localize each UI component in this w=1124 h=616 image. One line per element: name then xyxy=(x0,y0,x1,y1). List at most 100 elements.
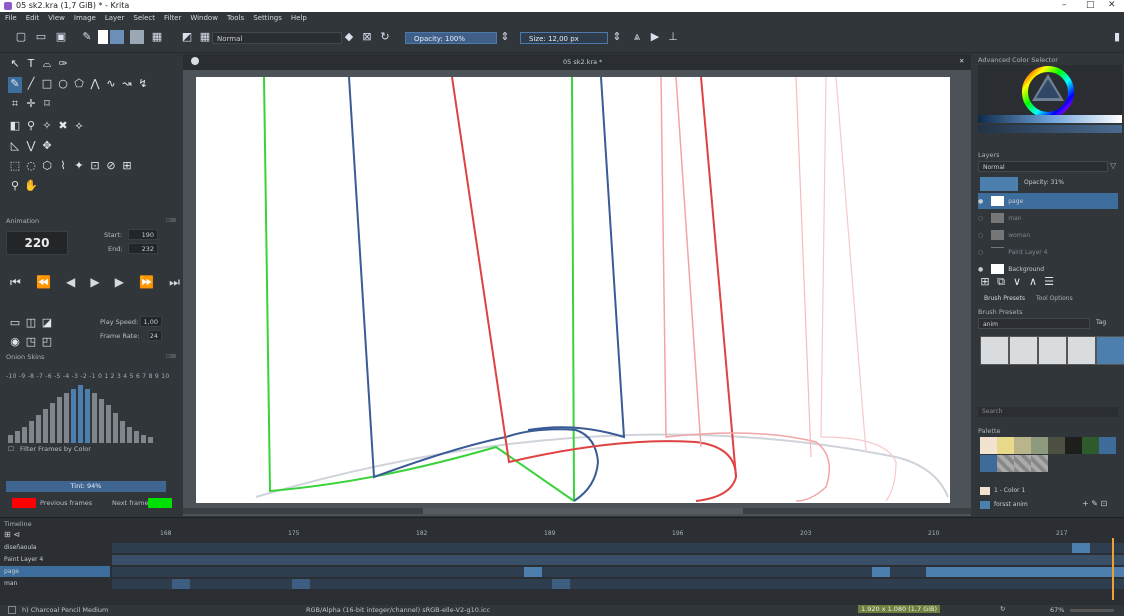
visibility-icon[interactable]: ● xyxy=(978,198,983,205)
background-color-swatch[interactable] xyxy=(110,30,124,44)
onion-bar[interactable] xyxy=(92,393,97,443)
palette-empty-slot[interactable] xyxy=(997,455,1014,472)
end-frame-field[interactable]: 232 xyxy=(128,243,158,254)
smart-patch-icon[interactable]: ✧ xyxy=(40,119,54,135)
tag-button[interactable]: Tag xyxy=(1096,319,1106,326)
reload-preset-icon[interactable]: ↻ xyxy=(378,30,392,44)
rotation-icon[interactable]: ↻ xyxy=(1000,605,1005,613)
current-frame-field[interactable]: 220 xyxy=(6,231,68,255)
foreground-color-swatch[interactable] xyxy=(98,30,108,44)
timeline-track[interactable] xyxy=(112,543,1124,553)
onion-docker-float-icon[interactable]: ⊡⊠ xyxy=(166,353,176,360)
brush-presets-tab[interactable]: Brush Presets xyxy=(984,295,1025,302)
minimize-icon[interactable]: – xyxy=(1062,0,1067,10)
timeline-layer-name[interactable]: man xyxy=(0,578,110,589)
hand-tool-icon[interactable]: ✋ xyxy=(24,179,38,195)
loop-icon[interactable]: ◉ xyxy=(8,335,22,351)
play-icon[interactable]: ▶ xyxy=(90,275,99,290)
onion-bar[interactable] xyxy=(106,405,111,443)
drop-frames-icon[interactable]: ◰ xyxy=(40,335,54,351)
onion-bar[interactable] xyxy=(22,427,27,443)
keyframe[interactable] xyxy=(172,579,190,589)
line-tool-icon[interactable]: ╱ xyxy=(24,77,38,93)
menu-view[interactable]: View xyxy=(48,14,65,22)
ellipse-tool-icon[interactable]: ○ xyxy=(56,77,70,93)
palette-empty-slot[interactable] xyxy=(1014,455,1031,472)
crop-tool-icon[interactable]: ⌗ xyxy=(8,97,22,113)
layer-row[interactable]: ○ woman xyxy=(978,227,1118,243)
brush-editor-icon[interactable]: ✎ xyxy=(80,30,94,44)
frame-rate-field[interactable]: 24 xyxy=(148,330,162,341)
onion-bar[interactable] xyxy=(43,409,48,443)
palette-swatch[interactable] xyxy=(1065,437,1082,454)
fill-tool-icon[interactable]: ✖ xyxy=(56,119,70,135)
reference-tool-icon[interactable]: ⋁ xyxy=(24,139,38,155)
menu-filter[interactable]: Filter xyxy=(164,14,181,22)
bezier-tool-icon[interactable]: ∿ xyxy=(104,77,118,93)
prev-frame-icon[interactable]: ◀ xyxy=(66,275,75,290)
palette-swatch[interactable] xyxy=(1014,437,1031,454)
saturation-slider[interactable] xyxy=(978,125,1122,133)
layer-row[interactable]: ○ man xyxy=(978,210,1118,226)
first-frame-icon[interactable]: ⏮ xyxy=(10,275,21,290)
palette-swatch[interactable] xyxy=(1048,437,1065,454)
color-wheel[interactable] xyxy=(978,65,1122,118)
next-frames-color[interactable] xyxy=(148,498,172,508)
brush-preset-thumbnail[interactable] xyxy=(1009,336,1038,365)
visibility-icon[interactable]: ○ xyxy=(978,232,983,239)
bezier-select-icon[interactable]: ⊘ xyxy=(104,159,118,175)
brush-preset-thumbnail-selected[interactable] xyxy=(1096,336,1124,365)
menu-edit[interactable]: Edit xyxy=(26,14,40,22)
rectangle-tool-icon[interactable]: □ xyxy=(40,77,54,93)
dynamic-brush-icon[interactable]: ↯ xyxy=(136,77,150,93)
visibility-icon[interactable]: ● xyxy=(978,266,983,273)
freehand-path-icon[interactable]: ↝ xyxy=(120,77,134,93)
onion-bar[interactable] xyxy=(36,415,41,443)
menu-help[interactable]: Help xyxy=(291,14,307,22)
current-brush-label[interactable]: h) Charcoal Pencil Medium xyxy=(22,606,108,614)
contiguous-select-icon[interactable]: ✦ xyxy=(72,159,86,175)
polygon-tool-icon[interactable]: ⬠ xyxy=(72,77,86,93)
new-document-icon[interactable]: ▢ xyxy=(14,30,28,44)
copy-keyframe-icon[interactable]: ◫ xyxy=(24,316,38,332)
timeline-layer-name[interactable]: diseñaoula xyxy=(0,542,110,553)
gradient-swatch[interactable] xyxy=(130,30,144,44)
onion-opacity-bars[interactable] xyxy=(8,385,178,443)
onion-bar[interactable] xyxy=(29,421,34,443)
brush-preset-thumbnail[interactable] xyxy=(1067,336,1096,365)
palette-swatch[interactable] xyxy=(1031,437,1048,454)
timeline-track[interactable] xyxy=(112,555,1124,565)
layer-filter-icon[interactable]: ▽ xyxy=(1110,161,1116,170)
pattern-icon[interactable]: ▦ xyxy=(150,30,164,44)
transform-tool-icon[interactable]: ⌑ xyxy=(40,97,54,113)
move-layer-up-icon[interactable]: ∧ xyxy=(1026,275,1040,291)
keyframe[interactable] xyxy=(1072,543,1090,553)
mirror-horizontal-icon[interactable]: ⩓ xyxy=(630,30,644,44)
value-slider[interactable] xyxy=(978,115,1122,123)
keyframe[interactable] xyxy=(552,579,570,589)
layer-row[interactable]: ● page xyxy=(978,193,1118,209)
remove-keyframe-icon[interactable]: ◪ xyxy=(40,316,54,332)
horizontal-scroll-handle[interactable] xyxy=(423,508,743,514)
move-tool-icon[interactable]: ✛ xyxy=(24,97,38,113)
filter-frames-checkbox[interactable]: ☐ xyxy=(8,445,14,453)
onion-bar[interactable] xyxy=(64,393,69,443)
maximize-icon[interactable]: □ xyxy=(1086,0,1095,10)
playhead[interactable] xyxy=(1112,538,1114,600)
add-keyframe-icon[interactable]: ▭ xyxy=(8,316,22,332)
onion-bar[interactable] xyxy=(120,421,125,443)
menu-tools[interactable]: Tools xyxy=(227,14,244,22)
close-document-icon[interactable]: ✕ xyxy=(959,57,964,65)
keyframe[interactable] xyxy=(926,567,1124,577)
menu-settings[interactable]: Settings xyxy=(253,14,282,22)
polygon-select-icon[interactable]: ⬡ xyxy=(40,159,54,175)
toolbar-overflow-icon[interactable]: ▮ xyxy=(1110,30,1124,44)
similar-select-icon[interactable]: ⊡ xyxy=(88,159,102,175)
next-frame-icon[interactable]: ▶ xyxy=(115,275,124,290)
freehand-brush-icon[interactable]: ✎ xyxy=(8,77,22,93)
onion-bar-current[interactable] xyxy=(78,385,83,443)
palette-swatch[interactable] xyxy=(980,455,997,472)
pan-icon[interactable]: ✥ xyxy=(40,139,54,155)
magnetic-select-icon[interactable]: ⊞ xyxy=(120,159,134,175)
onion-bar[interactable] xyxy=(15,431,20,443)
